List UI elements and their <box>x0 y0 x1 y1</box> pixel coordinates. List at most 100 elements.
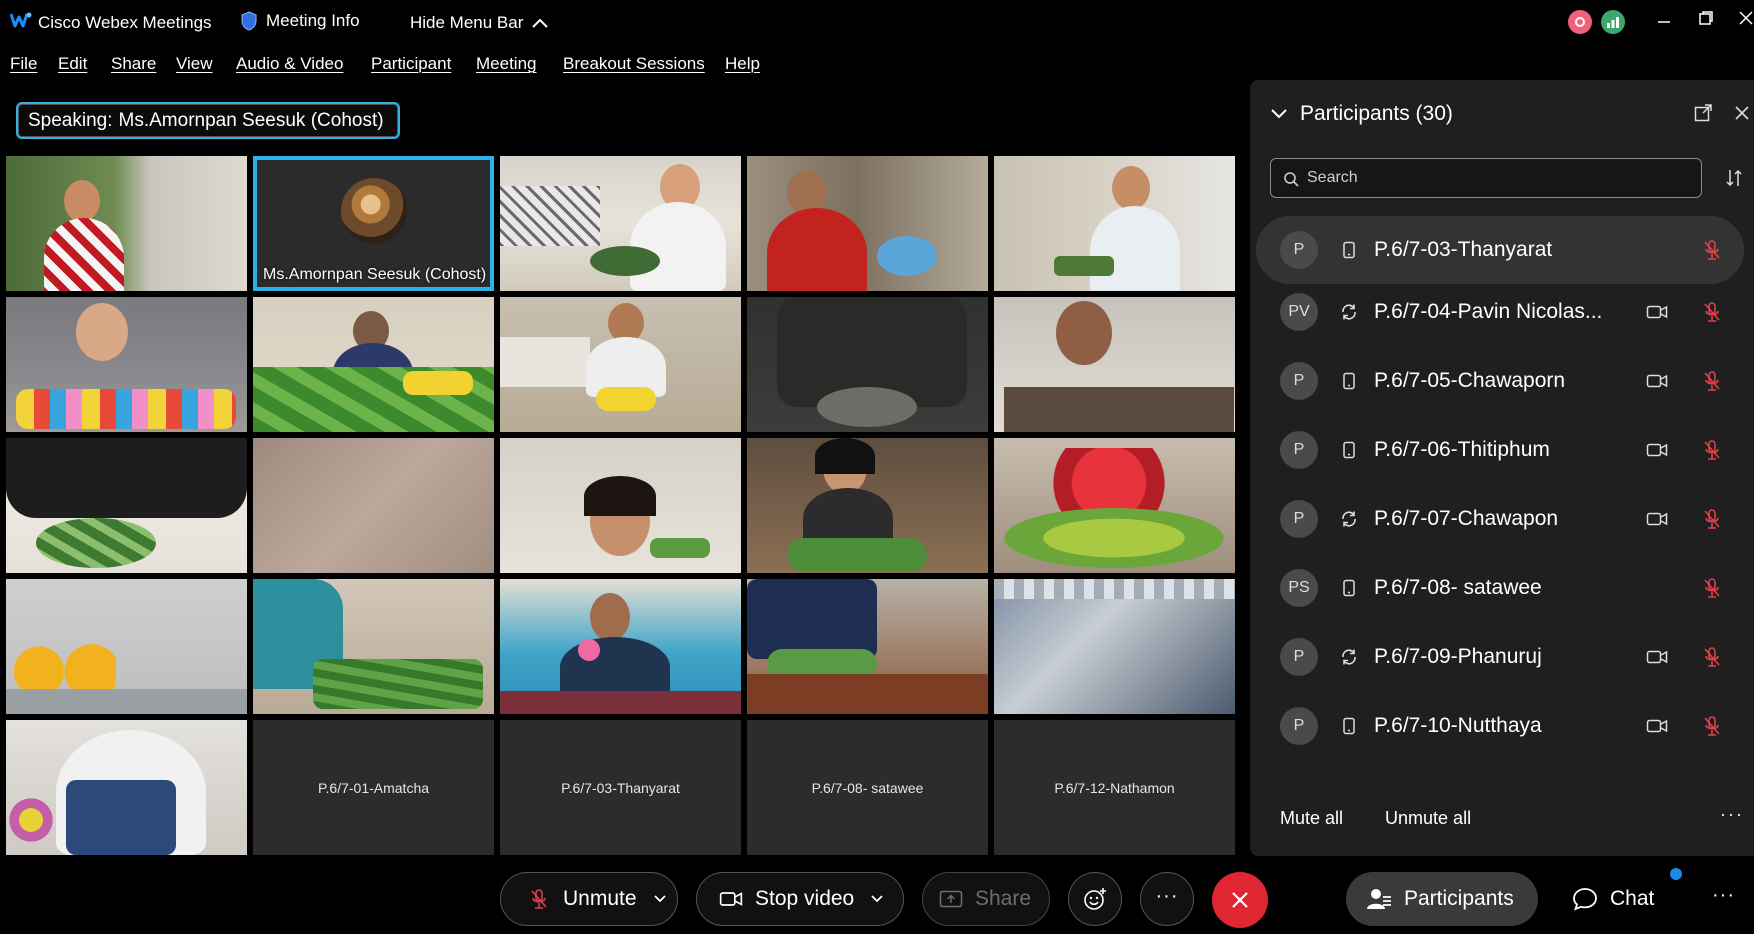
menu-view[interactable]: View <box>176 54 213 74</box>
stop-video-label: Stop video <box>755 887 855 910</box>
video-camera-icon[interactable] <box>1646 304 1668 320</box>
hide-menu-bar-label: Hide Menu Bar <box>410 13 524 32</box>
participant-row[interactable]: PV P.6/7-04-Pavin Nicolas... <box>1256 278 1744 346</box>
unmute-all-button[interactable]: Unmute all <box>1385 808 1471 829</box>
video-camera-icon[interactable] <box>1646 442 1668 458</box>
video-tile[interactable] <box>6 297 247 432</box>
participant-row[interactable]: P P.6/7-03-Thanyarat <box>1256 216 1744 284</box>
participant-row[interactable]: P P.6/7-06-Thitiphum <box>1256 416 1744 484</box>
name-only-tile[interactable]: P.6/7-08- satawee <box>747 720 988 855</box>
restore-icon[interactable] <box>1698 10 1714 26</box>
muted-mic-icon[interactable] <box>1702 715 1722 737</box>
meeting-info-button[interactable]: Meeting Info <box>240 11 360 31</box>
menu-help[interactable]: Help <box>725 54 760 74</box>
video-tile[interactable] <box>747 156 988 291</box>
video-tile[interactable] <box>747 438 988 573</box>
participant-row[interactable]: P P.6/7-10-Nutthaya <box>1256 692 1744 760</box>
mute-all-button[interactable]: Mute all <box>1280 808 1343 829</box>
muted-mic-icon[interactable] <box>1702 439 1722 461</box>
name-only-tile[interactable]: P.6/7-12-Nathamon <box>994 720 1235 855</box>
muted-mic-icon[interactable] <box>1702 646 1722 668</box>
video-tile[interactable] <box>500 579 741 714</box>
video-camera-icon[interactable] <box>1646 649 1668 665</box>
chevron-down-icon[interactable] <box>653 894 667 904</box>
video-tile[interactable] <box>253 579 494 714</box>
tile-name-label: P.6/7-08- satawee <box>811 779 924 796</box>
pop-out-icon[interactable] <box>1694 104 1712 122</box>
share-button[interactable]: Share <box>922 872 1050 926</box>
video-tile[interactable] <box>500 438 741 573</box>
menu-file[interactable]: File <box>10 54 37 74</box>
muted-mic-icon[interactable] <box>1702 370 1722 392</box>
video-camera-icon[interactable] <box>1646 511 1668 527</box>
stop-video-button[interactable]: Stop video <box>696 872 904 926</box>
video-tile[interactable] <box>994 156 1235 291</box>
menu-share[interactable]: Share <box>111 54 156 74</box>
unmute-button[interactable]: Unmute <box>500 872 678 926</box>
network-health-icon[interactable] <box>1601 10 1625 34</box>
meeting-info-label: Meeting Info <box>266 11 360 30</box>
close-panel-icon[interactable] <box>1734 105 1750 121</box>
more-options-icon[interactable]: ··· <box>1720 804 1744 825</box>
more-options-icon[interactable]: ··· <box>1712 884 1735 907</box>
menu-meeting[interactable]: Meeting <box>476 54 536 74</box>
name-only-tile[interactable]: P.6/7-01-Amatcha <box>253 720 494 855</box>
participant-name: P.6/7-03-Thanyarat <box>1374 238 1553 261</box>
more-options-icon: ··· <box>1155 884 1179 907</box>
video-tile[interactable] <box>253 297 494 432</box>
participant-row[interactable]: PS P.6/7-08- satawee <box>1256 554 1744 622</box>
title-bar: Cisco Webex Meetings Meeting Info Hide M… <box>0 0 1754 46</box>
muted-mic-icon[interactable] <box>1702 301 1722 323</box>
video-tile[interactable] <box>500 156 741 291</box>
participant-row[interactable]: P P.6/7-05-Chawaporn <box>1256 347 1744 415</box>
video-tile[interactable] <box>6 579 247 714</box>
video-tile[interactable] <box>6 438 247 573</box>
video-tile[interactable] <box>253 438 494 573</box>
minimize-icon[interactable] <box>1656 14 1672 30</box>
chevron-down-icon[interactable] <box>1270 108 1288 120</box>
close-window-icon[interactable] <box>1738 10 1754 26</box>
avatar: P <box>1280 638 1318 676</box>
video-tile[interactable] <box>6 156 247 291</box>
webex-logo-icon <box>10 12 32 28</box>
participant-name: P.6/7-05-Chawaporn <box>1374 369 1566 392</box>
reactions-button[interactable] <box>1068 872 1122 926</box>
video-tile[interactable] <box>500 297 741 432</box>
sync-icon <box>1342 304 1356 320</box>
video-tile[interactable] <box>747 297 988 432</box>
recording-indicator-icon[interactable] <box>1568 10 1592 34</box>
video-tile[interactable] <box>747 579 988 714</box>
participant-name: P.6/7-06-Thitiphum <box>1374 438 1550 461</box>
active-speaker-label: Speaking: Ms.Amornpan Seesuk (Cohost) <box>16 102 400 139</box>
video-tile[interactable] <box>994 579 1235 714</box>
participant-row[interactable]: P P.6/7-07-Chawapon <box>1256 485 1744 553</box>
smiley-icon <box>1084 888 1106 910</box>
muted-mic-icon[interactable] <box>1702 508 1722 530</box>
share-screen-icon <box>939 890 963 908</box>
tile-name-label: P.6/7-01-Amatcha <box>317 779 430 796</box>
name-only-tile[interactable]: P.6/7-03-Thanyarat <box>500 720 741 855</box>
video-camera-icon[interactable] <box>1646 373 1668 389</box>
muted-mic-icon[interactable] <box>1702 239 1722 261</box>
participant-name: P.6/7-07-Chawapon <box>1374 507 1559 530</box>
video-tile[interactable] <box>994 438 1235 573</box>
participant-row[interactable]: P P.6/7-09-Phanuruj <box>1256 623 1744 691</box>
video-camera-icon[interactable] <box>1646 718 1668 734</box>
participants-button[interactable]: Participants <box>1346 872 1538 926</box>
chat-button[interactable]: Chat <box>1572 868 1682 926</box>
sort-icon[interactable] <box>1724 168 1744 188</box>
video-tile[interactable] <box>994 297 1235 432</box>
video-tile[interactable] <box>6 720 247 855</box>
participant-search-input[interactable]: Search <box>1270 158 1702 198</box>
more-options-button[interactable]: ··· <box>1140 872 1194 926</box>
menu-edit[interactable]: Edit <box>58 54 87 74</box>
hide-menu-bar-button[interactable]: Hide Menu Bar <box>410 13 549 33</box>
muted-mic-icon[interactable] <box>1702 577 1722 599</box>
menu-participant[interactable]: Participant <box>371 54 451 74</box>
participants-label: Participants <box>1404 887 1514 910</box>
leave-meeting-button[interactable] <box>1212 872 1268 928</box>
menu-audio-video[interactable]: Audio & Video <box>236 54 343 74</box>
chevron-down-icon[interactable] <box>870 894 884 904</box>
menu-breakout-sessions[interactable]: Breakout Sessions <box>563 54 705 74</box>
active-speaker-tile[interactable]: Ms.Amornpan Seesuk (Cohost) <box>253 156 494 291</box>
